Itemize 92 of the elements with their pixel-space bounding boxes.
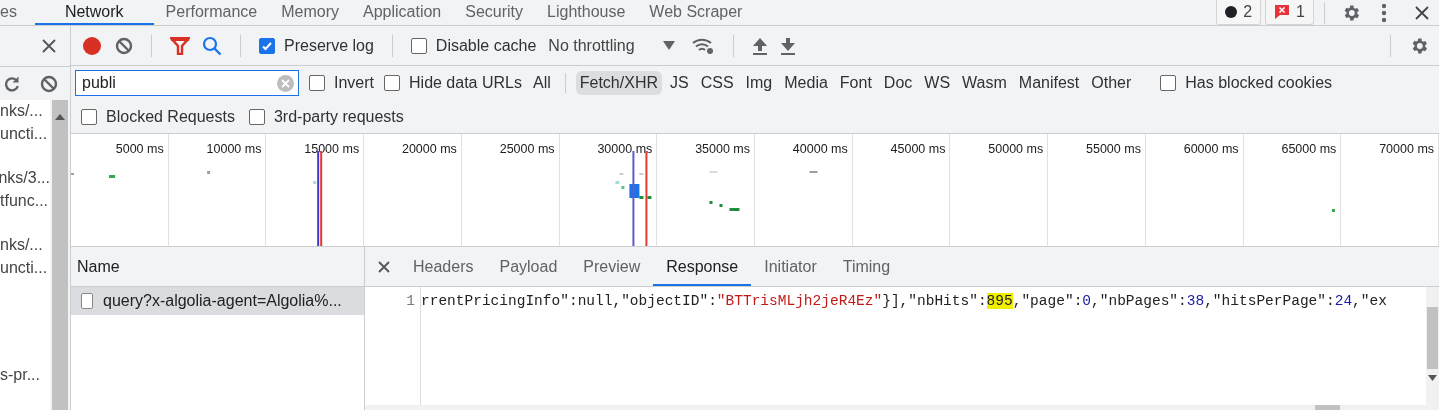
time-tick-label: 5000 ms xyxy=(115,142,164,157)
document-icon xyxy=(81,293,93,309)
time-tick-label: 15000 ms xyxy=(304,142,360,157)
type-filter-button[interactable]: Doc xyxy=(879,71,917,95)
reload-icon[interactable] xyxy=(3,74,21,93)
close-icon[interactable] xyxy=(378,260,390,273)
checkbox[interactable] xyxy=(259,37,275,54)
detail-tab[interactable]: Headers xyxy=(400,247,487,286)
panel-tab[interactable]: Web Scraper xyxy=(637,0,755,25)
scrollbar[interactable] xyxy=(1426,287,1439,405)
code-line: rrentPricingInfo":null,"objectID":"BTTrisMLjh2jeR4Ez"}],"nbHits":895,"page":0,"nbPages":38,"hitsPerPage":24,"ex xyxy=(421,293,1387,309)
detail-tab[interactable]: Initiator xyxy=(751,247,830,286)
error-counter[interactable]: 1 xyxy=(1265,0,1314,25)
error-icon xyxy=(1274,4,1291,20)
detail-tab[interactable]: Preview xyxy=(570,247,654,286)
detail-tab[interactable]: Payload xyxy=(486,247,571,286)
type-filter-button[interactable]: Wasm xyxy=(958,71,1011,95)
detail-tab[interactable]: Timing xyxy=(829,247,904,286)
time-tick-label: 20000 ms xyxy=(401,142,457,157)
type-filter-button[interactable]: Manifest xyxy=(1014,71,1084,95)
checkbox[interactable] xyxy=(384,75,400,91)
checkbox[interactable] xyxy=(248,108,265,125)
panel-tab[interactable]: es xyxy=(0,0,35,25)
filter-icon[interactable] xyxy=(170,36,190,55)
column-header[interactable]: Name xyxy=(71,247,364,287)
type-filter-button[interactable]: Img xyxy=(741,71,777,95)
sidebar-item[interactable]: nks/3... xyxy=(0,169,50,186)
checkbox-label: Blocked Requests xyxy=(106,107,235,126)
checkbox[interactable] xyxy=(410,37,427,54)
time-tick-label: 40000 ms xyxy=(792,142,848,157)
scroll-down-icon[interactable] xyxy=(1428,375,1437,381)
sidebar-item[interactable]: s-pr... xyxy=(0,366,40,383)
type-filter-button[interactable]: Fetch/XHR xyxy=(575,71,662,95)
time-tick-label: 45000 ms xyxy=(890,142,946,157)
clear-icon[interactable] xyxy=(115,36,133,55)
checkbox-label: Disable cache xyxy=(435,36,537,55)
panel-tab[interactable]: Network xyxy=(34,0,154,25)
type-filter-button[interactable]: Media xyxy=(780,71,832,95)
scroll-up-icon[interactable] xyxy=(55,114,65,120)
close-icon[interactable] xyxy=(42,39,56,53)
line-number: 1 xyxy=(406,293,415,309)
scrollbar[interactable] xyxy=(52,100,68,410)
type-filter-button[interactable]: Font xyxy=(835,71,876,95)
time-tick-label: 35000 ms xyxy=(695,142,751,157)
detail-tab[interactable]: Response xyxy=(653,247,752,286)
checkbox-label: Preserve log xyxy=(284,36,374,55)
search-icon[interactable] xyxy=(202,35,222,56)
scrollbar-thumb[interactable] xyxy=(1315,405,1340,410)
time-tick-label: 50000 ms xyxy=(988,142,1044,157)
time-tick-label: 30000 ms xyxy=(597,142,653,157)
type-filter-button[interactable]: CSS xyxy=(696,71,738,95)
upload-icon[interactable] xyxy=(751,36,768,55)
time-tick-label: 60000 ms xyxy=(1183,142,1239,157)
throttling-dropdown[interactable]: No throttling xyxy=(548,36,675,55)
time-tick-label: 55000 ms xyxy=(1086,142,1141,157)
panel-tab[interactable]: Security xyxy=(453,0,536,25)
time-tick-label: 70000 ms xyxy=(1379,142,1435,157)
message-counter[interactable]: 2 xyxy=(1216,0,1262,25)
record-icon[interactable] xyxy=(81,34,103,57)
sidebar-item[interactable]: nks/... xyxy=(0,236,43,253)
time-tick-label: 25000 ms xyxy=(499,142,555,157)
sidebar-item[interactable]: uncti... xyxy=(0,124,48,142)
request-row[interactable]: query?x-algolia-agent=Algolia%... xyxy=(71,287,364,315)
sidebar-item[interactable]: nks/... xyxy=(0,102,43,119)
type-filter-button[interactable]: All xyxy=(528,71,555,95)
checkbox[interactable] xyxy=(309,75,325,91)
dot-icon xyxy=(1225,6,1238,18)
panel-tab[interactable]: Lighthouse xyxy=(535,0,638,25)
clear-input-icon[interactable] xyxy=(277,74,294,92)
type-filter-button[interactable]: Other xyxy=(1087,71,1136,95)
block-icon[interactable] xyxy=(40,74,58,93)
checkbox[interactable] xyxy=(1160,75,1177,91)
more-menu-icon[interactable] xyxy=(1381,2,1387,23)
filter-input[interactable]: publi xyxy=(75,70,299,96)
checkbox-label: 3rd-party requests xyxy=(273,107,404,126)
checkbox-label: Hide data URLs xyxy=(409,74,522,92)
panel-tab[interactable]: Performance xyxy=(153,0,270,25)
sidebar-item[interactable]: uncti... xyxy=(0,258,48,276)
type-filter-button[interactable]: WS xyxy=(920,71,955,95)
download-icon[interactable] xyxy=(779,36,796,55)
checkbox-label: Invert xyxy=(334,74,374,92)
close-icon[interactable] xyxy=(1415,5,1429,20)
checkbox-label: Has blocked cookies xyxy=(1185,74,1333,92)
wifi-settings-icon[interactable] xyxy=(690,36,715,55)
checkbox[interactable] xyxy=(81,108,97,125)
type-filter-button[interactable]: JS xyxy=(666,71,693,95)
time-tick-label: 65000 ms xyxy=(1281,142,1337,157)
time-tick-label: 10000 ms xyxy=(206,142,262,157)
dropdown-caret-icon xyxy=(662,41,675,50)
panel-tab[interactable]: Memory xyxy=(269,0,351,25)
sidebar-item[interactable]: tfunc... xyxy=(0,191,49,209)
panel-tab[interactable]: Application xyxy=(350,0,454,25)
